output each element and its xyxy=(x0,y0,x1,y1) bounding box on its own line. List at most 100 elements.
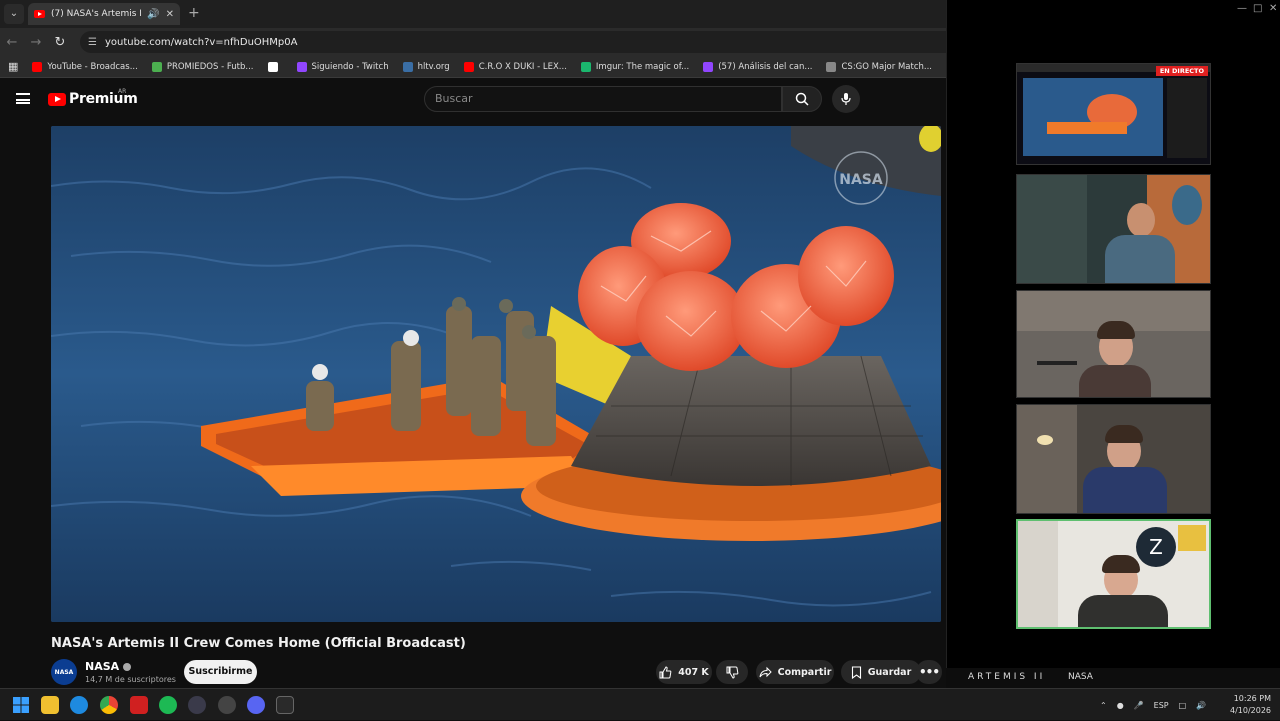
search-icon xyxy=(795,92,809,106)
bookmark-item[interactable]: Imgur: The magic of... xyxy=(580,61,690,72)
bookmark-favicon-icon xyxy=(32,61,43,72)
bookmark-favicon-icon xyxy=(267,61,278,72)
overlay-channel: NASA xyxy=(1068,672,1093,682)
url-text: youtube.com/watch?v=nfhDuOHMp0A xyxy=(104,36,298,48)
bookmark-label: C.R.O X DUKI - LEX... xyxy=(478,61,567,72)
bookmark-favicon-icon xyxy=(296,61,307,72)
tab-title: (7) NASA's Artemis II Crew Co... xyxy=(51,9,141,19)
forward-icon[interactable]: → xyxy=(24,35,48,50)
logo-text: Premium xyxy=(69,91,138,107)
tray-app-icon[interactable]: ● xyxy=(1117,701,1124,710)
participant-tile-active[interactable]: Z xyxy=(1016,519,1211,629)
speaker-icon[interactable]: 🔊 xyxy=(147,9,159,20)
subscribe-button[interactable]: Suscribirme xyxy=(184,660,257,684)
like-count: 407 K xyxy=(678,666,709,678)
clock-time: 10:26 PM xyxy=(1233,694,1272,703)
browser-tab-strip: ⌄ (7) NASA's Artemis II Crew Co... 🔊 ✕ + xyxy=(0,0,946,28)
participant-tile-2[interactable] xyxy=(1016,290,1211,398)
tray-expand-icon[interactable]: ⌃ xyxy=(1100,701,1107,710)
save-button[interactable]: Guardar xyxy=(841,660,921,684)
windows-start-icon[interactable] xyxy=(12,696,30,714)
participant-tile-3[interactable] xyxy=(1016,404,1211,514)
apps-grid-icon[interactable]: ▦ xyxy=(8,60,18,73)
youtube-favicon-icon xyxy=(34,10,45,18)
video-frame: NASA xyxy=(51,126,941,622)
clock[interactable]: 10:26 PM 4/10/2026 xyxy=(1230,693,1271,717)
bookmark-label: PROMIEDOS - Futb... xyxy=(166,61,254,72)
back-icon[interactable]: ← xyxy=(0,35,24,50)
thumbs-down-icon xyxy=(726,666,738,679)
bookmark-item[interactable] xyxy=(267,61,283,72)
file-explorer-icon[interactable] xyxy=(41,696,59,714)
bookmark-item[interactable]: hltv.org xyxy=(402,61,450,72)
channel-name-link[interactable]: NASA xyxy=(85,660,132,673)
bookmark-label: CS:GO Major Match... xyxy=(841,61,933,72)
bookmarks-bar: ▦ YouTube - Broadcas... PROMIEDOS - Futb.… xyxy=(0,56,946,78)
screen-share-tile[interactable]: EN DIRECTO xyxy=(1016,63,1211,165)
video-title: NASA's Artemis II Crew Comes Home (Offic… xyxy=(51,636,466,651)
menu-icon[interactable] xyxy=(16,93,30,104)
share-label: Compartir xyxy=(777,666,832,678)
more-actions-button[interactable]: ••• xyxy=(916,660,942,684)
app-icon-2[interactable] xyxy=(188,696,206,714)
site-info-icon[interactable]: ☰ xyxy=(88,37,97,48)
youtube-masthead: Premium AR Buscar xyxy=(0,78,946,122)
more-dots-icon: ••• xyxy=(918,665,940,679)
youtube-play-icon xyxy=(48,92,66,106)
close-tab-icon[interactable]: ✕ xyxy=(166,9,174,20)
verified-icon xyxy=(123,662,132,671)
bookmark-item[interactable]: YouTube - Broadcas... xyxy=(32,61,138,72)
search-input[interactable]: Buscar xyxy=(424,86,782,112)
bookmark-label: (57) Análisis del can... xyxy=(718,61,813,72)
maximize-icon[interactable]: □ xyxy=(1253,3,1262,14)
bookmark-item[interactable]: C.R.O X DUKI - LEX... xyxy=(463,61,567,72)
bookmark-favicon-icon xyxy=(402,61,413,72)
network-icon[interactable]: □ xyxy=(1179,701,1187,710)
like-button[interactable]: 407 K xyxy=(656,660,712,684)
save-label: Guardar xyxy=(867,666,912,678)
epic-games-icon[interactable] xyxy=(276,696,294,714)
bookmark-icon xyxy=(851,665,861,679)
live-badge: EN DIRECTO xyxy=(1155,66,1208,76)
bookmark-favicon-icon xyxy=(463,61,474,72)
participant-tile-1[interactable] xyxy=(1016,174,1211,284)
language-indicator[interactable]: ESP xyxy=(1154,701,1169,710)
video-player[interactable]: NASA xyxy=(51,126,941,622)
bookmark-favicon-icon xyxy=(151,61,162,72)
reload-icon[interactable]: ↻ xyxy=(48,35,72,50)
clock-date: 4/10/2026 xyxy=(1230,706,1272,715)
dislike-button[interactable] xyxy=(716,660,748,684)
stream-overlay-strip: ARTEMIS II NASA xyxy=(946,668,1280,688)
bookmark-item[interactable]: Siguiendo - Twitch xyxy=(296,61,389,72)
tab-search-button[interactable]: ⌄ xyxy=(4,4,24,24)
search-button[interactable] xyxy=(782,86,822,112)
spotify-icon[interactable] xyxy=(159,696,177,714)
share-button[interactable]: Compartir xyxy=(756,660,834,684)
channel-avatar[interactable]: NASA xyxy=(51,659,77,685)
chrome-icon[interactable] xyxy=(100,696,118,714)
bookmark-favicon-icon xyxy=(703,61,714,72)
volume-icon[interactable]: 🔊 xyxy=(1196,701,1206,710)
address-bar[interactable]: ☰ youtube.com/watch?v=nfhDuOHMp0A xyxy=(80,31,946,53)
bookmark-item[interactable]: (57) Análisis del can... xyxy=(703,61,813,72)
app-icon[interactable] xyxy=(130,696,148,714)
bookmark-item[interactable]: PROMIEDOS - Futb... xyxy=(151,61,254,72)
thumbs-up-icon xyxy=(659,665,672,678)
share-icon xyxy=(759,666,772,677)
bookmark-favicon-icon xyxy=(826,61,837,72)
new-tab-icon[interactable]: + xyxy=(188,5,200,21)
minimize-icon[interactable]: — xyxy=(1237,3,1247,14)
voice-search-button[interactable] xyxy=(832,85,860,113)
active-tab[interactable]: (7) NASA's Artemis II Crew Co... 🔊 ✕ xyxy=(28,3,180,25)
bookmark-label: hltv.org xyxy=(417,61,450,72)
discord-icon[interactable] xyxy=(247,696,265,714)
bookmark-label: Imgur: The magic of... xyxy=(595,61,690,72)
microphone-tray-icon[interactable]: 🎤 xyxy=(1134,701,1144,710)
bookmark-item[interactable]: CS:GO Major Match... xyxy=(826,61,933,72)
browser-toolbar: ← → ↻ ☰ youtube.com/watch?v=nfhDuOHMp0A xyxy=(0,28,946,56)
edge-icon[interactable] xyxy=(70,696,88,714)
nasa-watermark: NASA xyxy=(839,172,883,188)
bookmark-favicon-icon xyxy=(580,61,591,72)
close-window-icon[interactable]: ✕ xyxy=(1269,3,1277,14)
steam-icon[interactable] xyxy=(218,696,236,714)
